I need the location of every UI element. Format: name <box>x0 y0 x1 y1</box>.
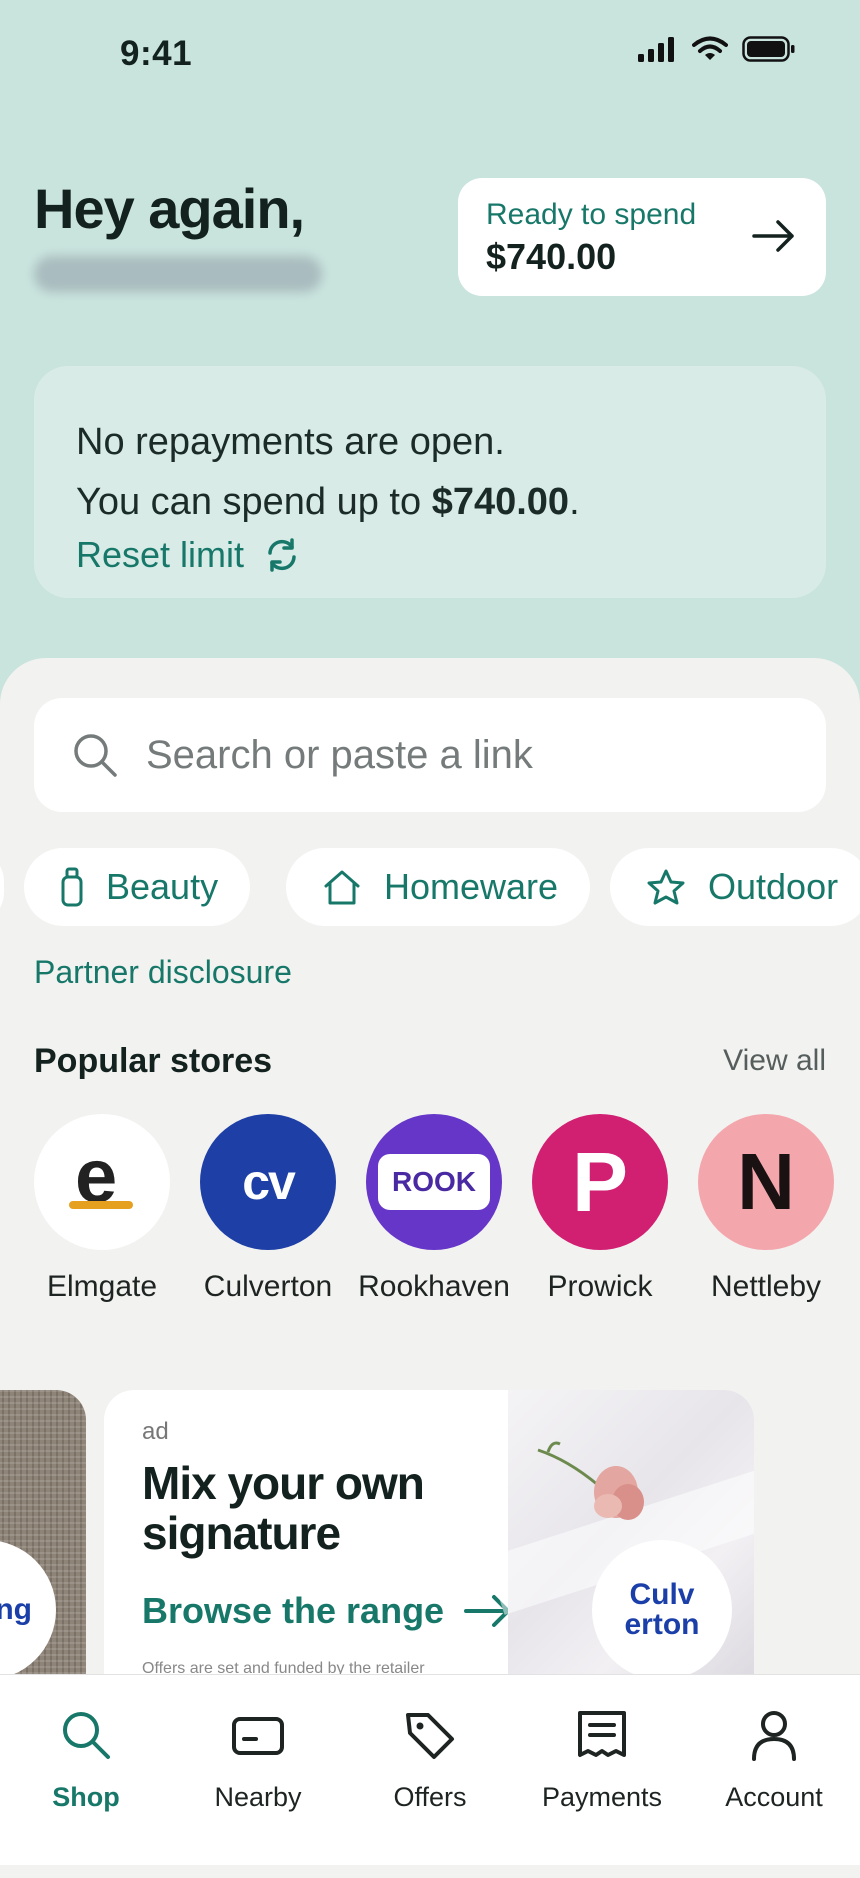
ad-label: ad <box>142 1418 169 1445</box>
tab-label: Shop <box>52 1782 120 1812</box>
category-chip-beauty[interactable]: Beauty <box>24 848 251 926</box>
signal-icon <box>638 37 674 62</box>
receipt-icon <box>578 1711 626 1757</box>
category-chip-label: Outdoor <box>708 866 839 907</box>
store-logo-text: P <box>571 1134 629 1229</box>
store-rookhaven[interactable]: ROOK Rookhaven <box>354 1114 514 1304</box>
browse-range-button[interactable]: Browse the range <box>142 1590 512 1632</box>
store-name: Nettleby <box>710 1270 822 1303</box>
card-icon <box>232 1717 284 1755</box>
spend-limit-amount: $740.00 <box>431 481 570 523</box>
store-nettleby[interactable]: N Nettleby <box>686 1114 846 1304</box>
store-logo-text: cv <box>242 1154 296 1210</box>
store-logo-text: N <box>737 1137 795 1226</box>
promo-store-badge: Culv erton <box>592 1540 732 1680</box>
ready-to-spend-card[interactable]: Ready to spend $740.00 <box>458 178 826 296</box>
store-name: Rookhaven <box>358 1270 510 1303</box>
promo-card-previous[interactable]: ring <box>0 1390 86 1680</box>
promo-previous-badge: ring <box>0 1540 56 1680</box>
greeting-heading: Hey again, <box>34 177 305 240</box>
store-prowick[interactable]: P Prowick <box>520 1114 680 1304</box>
category-chips: Beauty Homeware Outdoor <box>0 848 860 928</box>
store-logo-elmgate: e <box>34 1114 170 1250</box>
store-culverton[interactable]: cv Culverton <box>188 1114 348 1304</box>
promo-headline: Mix your own signature <box>142 1457 425 1559</box>
battery-icon <box>742 36 795 62</box>
store-logo-culverton: cv <box>200 1114 336 1250</box>
view-all-link[interactable]: View all <box>723 1044 826 1078</box>
tab-offers[interactable]: Offers <box>350 1707 510 1813</box>
search-icon <box>74 734 117 777</box>
house-icon <box>324 870 360 905</box>
status-bar: 9:41 <box>0 0 860 110</box>
reset-limit-link[interactable]: Reset limit <box>76 534 826 576</box>
category-chip-homeware[interactable]: Homeware <box>286 848 591 926</box>
tab-nearby[interactable]: Nearby <box>178 1707 338 1813</box>
tab-payments[interactable]: Payments <box>522 1707 682 1813</box>
category-chip-label: Beauty <box>106 866 219 907</box>
spend-limit-suffix: . <box>569 481 580 523</box>
store-logo-nettleby: N <box>698 1114 834 1250</box>
arrow-right-icon <box>752 220 794 252</box>
store-logo-text: ROOK <box>378 1154 490 1210</box>
search-icon <box>63 1712 110 1759</box>
spend-limit-prefix: You can spend up to <box>76 481 432 523</box>
repayment-status-text: No repayments are open. <box>76 421 505 463</box>
store-name: Elmgate <box>46 1270 158 1303</box>
elmgate-underline <box>69 1201 133 1209</box>
dried-rose-image <box>537 1441 644 1520</box>
blurred-user-name <box>34 256 322 292</box>
status-time: 9:41 <box>120 34 193 73</box>
tab-label: Payments <box>541 1782 663 1812</box>
store-logo-prowick: P <box>532 1114 668 1250</box>
bottom-tab-bar: Shop Nearby Offers Payments Account <box>0 1674 860 1865</box>
search-placeholder: Search or paste a link <box>146 732 533 777</box>
promo-image: Culv erton <box>486 1390 754 1680</box>
category-chip-offscreen[interactable] <box>0 848 4 926</box>
wifi-icon <box>692 36 728 60</box>
store-name: Culverton <box>203 1270 333 1303</box>
search-bar[interactable]: Search or paste a link <box>34 698 826 812</box>
bottle-icon <box>61 867 83 907</box>
tab-account[interactable]: Account <box>694 1707 854 1813</box>
category-chip-outdoor[interactable]: Outdoor <box>610 848 860 926</box>
person-icon <box>752 1711 796 1761</box>
reset-limit-label: Reset limit <box>76 534 245 575</box>
store-logo-rookhaven: ROOK <box>366 1114 502 1250</box>
tab-shop[interactable]: Shop <box>6 1707 166 1813</box>
partner-disclosure-link[interactable]: Partner disclosure <box>34 954 292 991</box>
repayment-info-card: No repayments are open. You can spend up… <box>34 366 826 598</box>
tab-label: Offers <box>393 1782 467 1812</box>
store-elmgate[interactable]: e Elmgate <box>22 1114 182 1304</box>
tab-label: Nearby <box>214 1782 302 1812</box>
spend-limit-text: You can spend up to $740.00. <box>76 472 826 532</box>
category-chip-label: Homeware <box>384 866 559 907</box>
star-icon <box>647 869 685 905</box>
status-icons <box>638 36 796 62</box>
popular-stores-title: Popular stores <box>34 1042 273 1080</box>
refresh-icon <box>268 538 296 572</box>
tab-label: Account <box>725 1782 823 1812</box>
browse-range-label: Browse the range <box>142 1590 445 1631</box>
store-name: Prowick <box>547 1270 653 1303</box>
promo-card[interactable]: ad Mix your own signature Browse the ran… <box>104 1390 754 1680</box>
tag-icon <box>406 1713 454 1759</box>
